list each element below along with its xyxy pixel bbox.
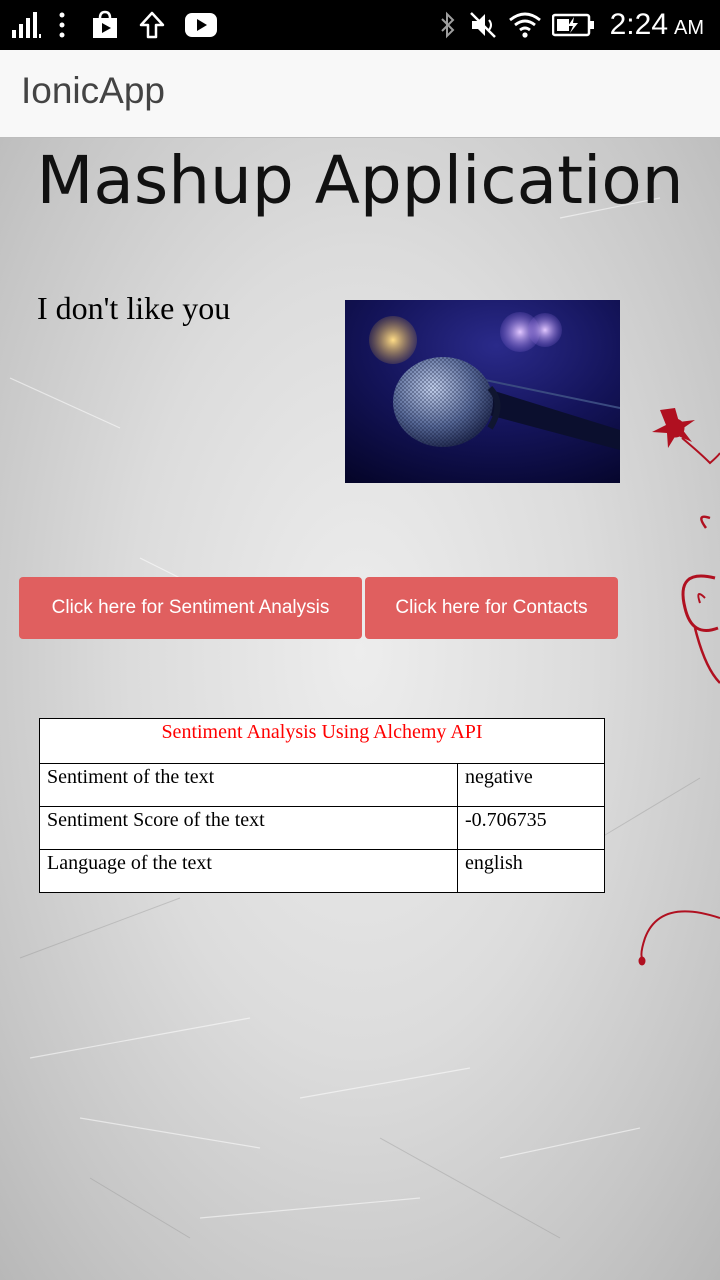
app-header: IonicApp xyxy=(0,50,720,138)
status-right: 2:24 AM xyxy=(440,0,704,50)
play-store-icon xyxy=(90,0,120,50)
youtube-icon xyxy=(184,0,218,50)
more-vert-icon xyxy=(58,0,66,50)
table-row: Language of the text english xyxy=(39,849,605,893)
sentiment-table: Sentiment Analysis Using Alchemy API Sen… xyxy=(39,718,605,893)
contacts-button[interactable]: Click here for Contacts xyxy=(365,577,618,639)
microphone-image xyxy=(345,300,620,483)
row-value: negative xyxy=(457,763,605,807)
clock: 2:24 AM xyxy=(610,8,704,42)
battery-icon xyxy=(551,0,596,50)
input-text: I don't like you xyxy=(37,290,231,326)
signal-icon xyxy=(10,0,44,50)
upload-icon xyxy=(138,0,166,50)
status-bar: 2:24 AM xyxy=(0,0,720,50)
floral-decoration-icon xyxy=(638,408,720,966)
status-left xyxy=(10,0,218,50)
row-value: -0.706735 xyxy=(457,806,605,850)
table-row: Sentiment of the text negative xyxy=(39,763,605,807)
wifi-icon xyxy=(508,0,542,50)
mute-icon xyxy=(468,0,498,50)
bluetooth-icon xyxy=(440,0,456,50)
row-label: Sentiment of the text xyxy=(39,763,458,807)
row-value: english xyxy=(457,849,605,893)
table-row: Sentiment Score of the text -0.706735 xyxy=(39,806,605,850)
row-label: Language of the text xyxy=(39,849,458,893)
table-caption: Sentiment Analysis Using Alchemy API xyxy=(39,718,605,764)
page-title: Mashup Application xyxy=(36,142,684,219)
clock-time: 2:24 xyxy=(609,8,668,41)
clock-ampm: AM xyxy=(674,17,704,39)
sentiment-analysis-button[interactable]: Click here for Sentiment Analysis xyxy=(19,577,362,639)
content-area[interactable]: Mashup Application I don't like you Clic… xyxy=(0,138,720,1280)
app-title: IonicApp xyxy=(21,70,165,111)
table-header-row: Sentiment Analysis Using Alchemy API xyxy=(39,718,605,764)
row-label: Sentiment Score of the text xyxy=(39,806,458,850)
